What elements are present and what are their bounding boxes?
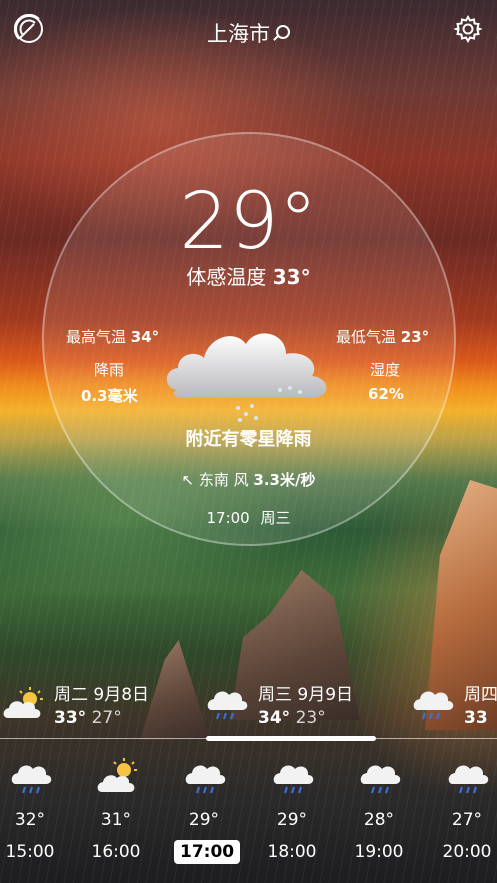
rain-cloud-icon <box>273 765 314 794</box>
rain-value: 0.3毫米 <box>81 387 138 405</box>
daily-forecast-item[interactable]: 周三 9月9日 34° 23° <box>206 678 396 738</box>
high-value: 34° <box>130 328 160 346</box>
low-value: 23° <box>400 328 430 346</box>
header: 上海市 <box>0 0 497 60</box>
search-icon <box>276 25 290 39</box>
rain-cloud-icon <box>448 765 489 794</box>
hourly-time-label: 17:00 <box>174 840 241 864</box>
hourly-time: 20:00 <box>437 842 497 862</box>
wind-speed: 3.3米/秒 <box>253 471 316 489</box>
humidity-value: 62% <box>368 385 404 403</box>
gear-icon[interactable] <box>453 14 483 44</box>
low-label: 最低气温 <box>336 328 397 346</box>
hourly-time: 17:00 <box>174 840 241 864</box>
high-temperature: 最高气温 34° <box>66 326 159 347</box>
daily-forecast-item[interactable]: 周四 33 <box>412 678 497 738</box>
wind-direction-text: 东南 风 <box>198 471 249 489</box>
hourly-time: 15:00 <box>0 842 60 862</box>
daily-temps: 34° 23° <box>258 708 326 728</box>
daily-high: 33° <box>54 708 87 728</box>
rain-cloud-icon <box>413 691 454 720</box>
hourly-forecast-item[interactable]: 29° 18:00 <box>262 758 322 868</box>
high-label: 最高气温 <box>66 328 127 346</box>
low-temperature: 最低气温 23° <box>336 326 429 347</box>
observation-hour: 17:00 <box>206 509 250 527</box>
wind-direction-arrow-icon: ↖ <box>181 471 195 489</box>
daily-forecast-item[interactable]: 周二 9月8日 33° 27° <box>2 678 192 738</box>
daily-low: 27° <box>91 708 122 728</box>
hourly-time: 18:00 <box>262 842 322 862</box>
weather-description: 附近有零星降雨 <box>185 429 312 450</box>
hourly-time-label: 19:00 <box>354 842 404 862</box>
hourly-time: 16:00 <box>86 842 146 862</box>
hourly-temp: 29° <box>276 810 308 830</box>
daily-temps: 33° 27° <box>54 708 122 728</box>
city-selector[interactable]: 上海市 <box>0 18 497 48</box>
wind-info: ↖ 东南 风 3.3米/秒 <box>0 469 497 490</box>
rain-cloud-icon <box>185 765 226 794</box>
feels-like: 体感温度 33° <box>0 261 497 290</box>
hourly-forecast-item[interactable]: 28° 19:00 <box>349 758 409 868</box>
daily-high: 34° <box>258 708 291 728</box>
hourly-forecast-item-selected[interactable]: 29° 17:00 <box>174 758 241 868</box>
rain-label: 降雨 <box>94 361 125 379</box>
hourly-temp: 29° <box>188 810 220 830</box>
hourly-temp: 27° <box>451 810 483 830</box>
rain-cloud-icon <box>11 765 52 794</box>
daily-low: 23° <box>295 708 326 728</box>
rain-cloud-icon <box>207 691 248 720</box>
current-temperature: 29° <box>179 177 318 267</box>
hourly-time: 19:00 <box>349 842 409 862</box>
rain-cloud-icon <box>360 765 401 794</box>
partly-sunny-cloud-icon <box>97 758 137 792</box>
humidity-label: 湿度 <box>370 361 401 379</box>
daily-date: 周四 <box>464 685 497 705</box>
hourly-temp: 32° <box>14 810 46 830</box>
feels-like-label: 体感温度 <box>186 265 267 289</box>
hourly-forecast-item[interactable]: 32° 15:00 <box>0 758 60 868</box>
hourly-temp: 31° <box>100 810 132 830</box>
hourly-time-label: 20:00 <box>442 842 492 862</box>
daily-date: 周三 9月9日 <box>258 685 354 705</box>
feels-like-value: 33° <box>272 265 311 289</box>
observation-time: 17:00 周三 <box>0 507 497 528</box>
hourly-time-label: 15:00 <box>5 842 55 862</box>
hourly-forecast-item[interactable]: 31° 16:00 <box>86 758 146 868</box>
hourly-forecast-item[interactable]: 27° 20:00 <box>437 758 497 868</box>
hourly-time-label: 18:00 <box>267 842 317 862</box>
daily-temps: 33 <box>464 708 488 728</box>
hourly-temp: 28° <box>363 810 395 830</box>
observation-weekday: 周三 <box>260 509 291 527</box>
daily-date: 周二 9月8日 <box>54 685 150 705</box>
rain-cloud-icon <box>166 333 327 422</box>
scroll-indicator[interactable] <box>206 736 376 741</box>
daily-high: 33 <box>464 708 488 728</box>
hourly-time-label: 16:00 <box>91 842 141 862</box>
city-name: 上海市 <box>207 22 270 46</box>
partly-sunny-cloud-icon <box>3 687 43 718</box>
